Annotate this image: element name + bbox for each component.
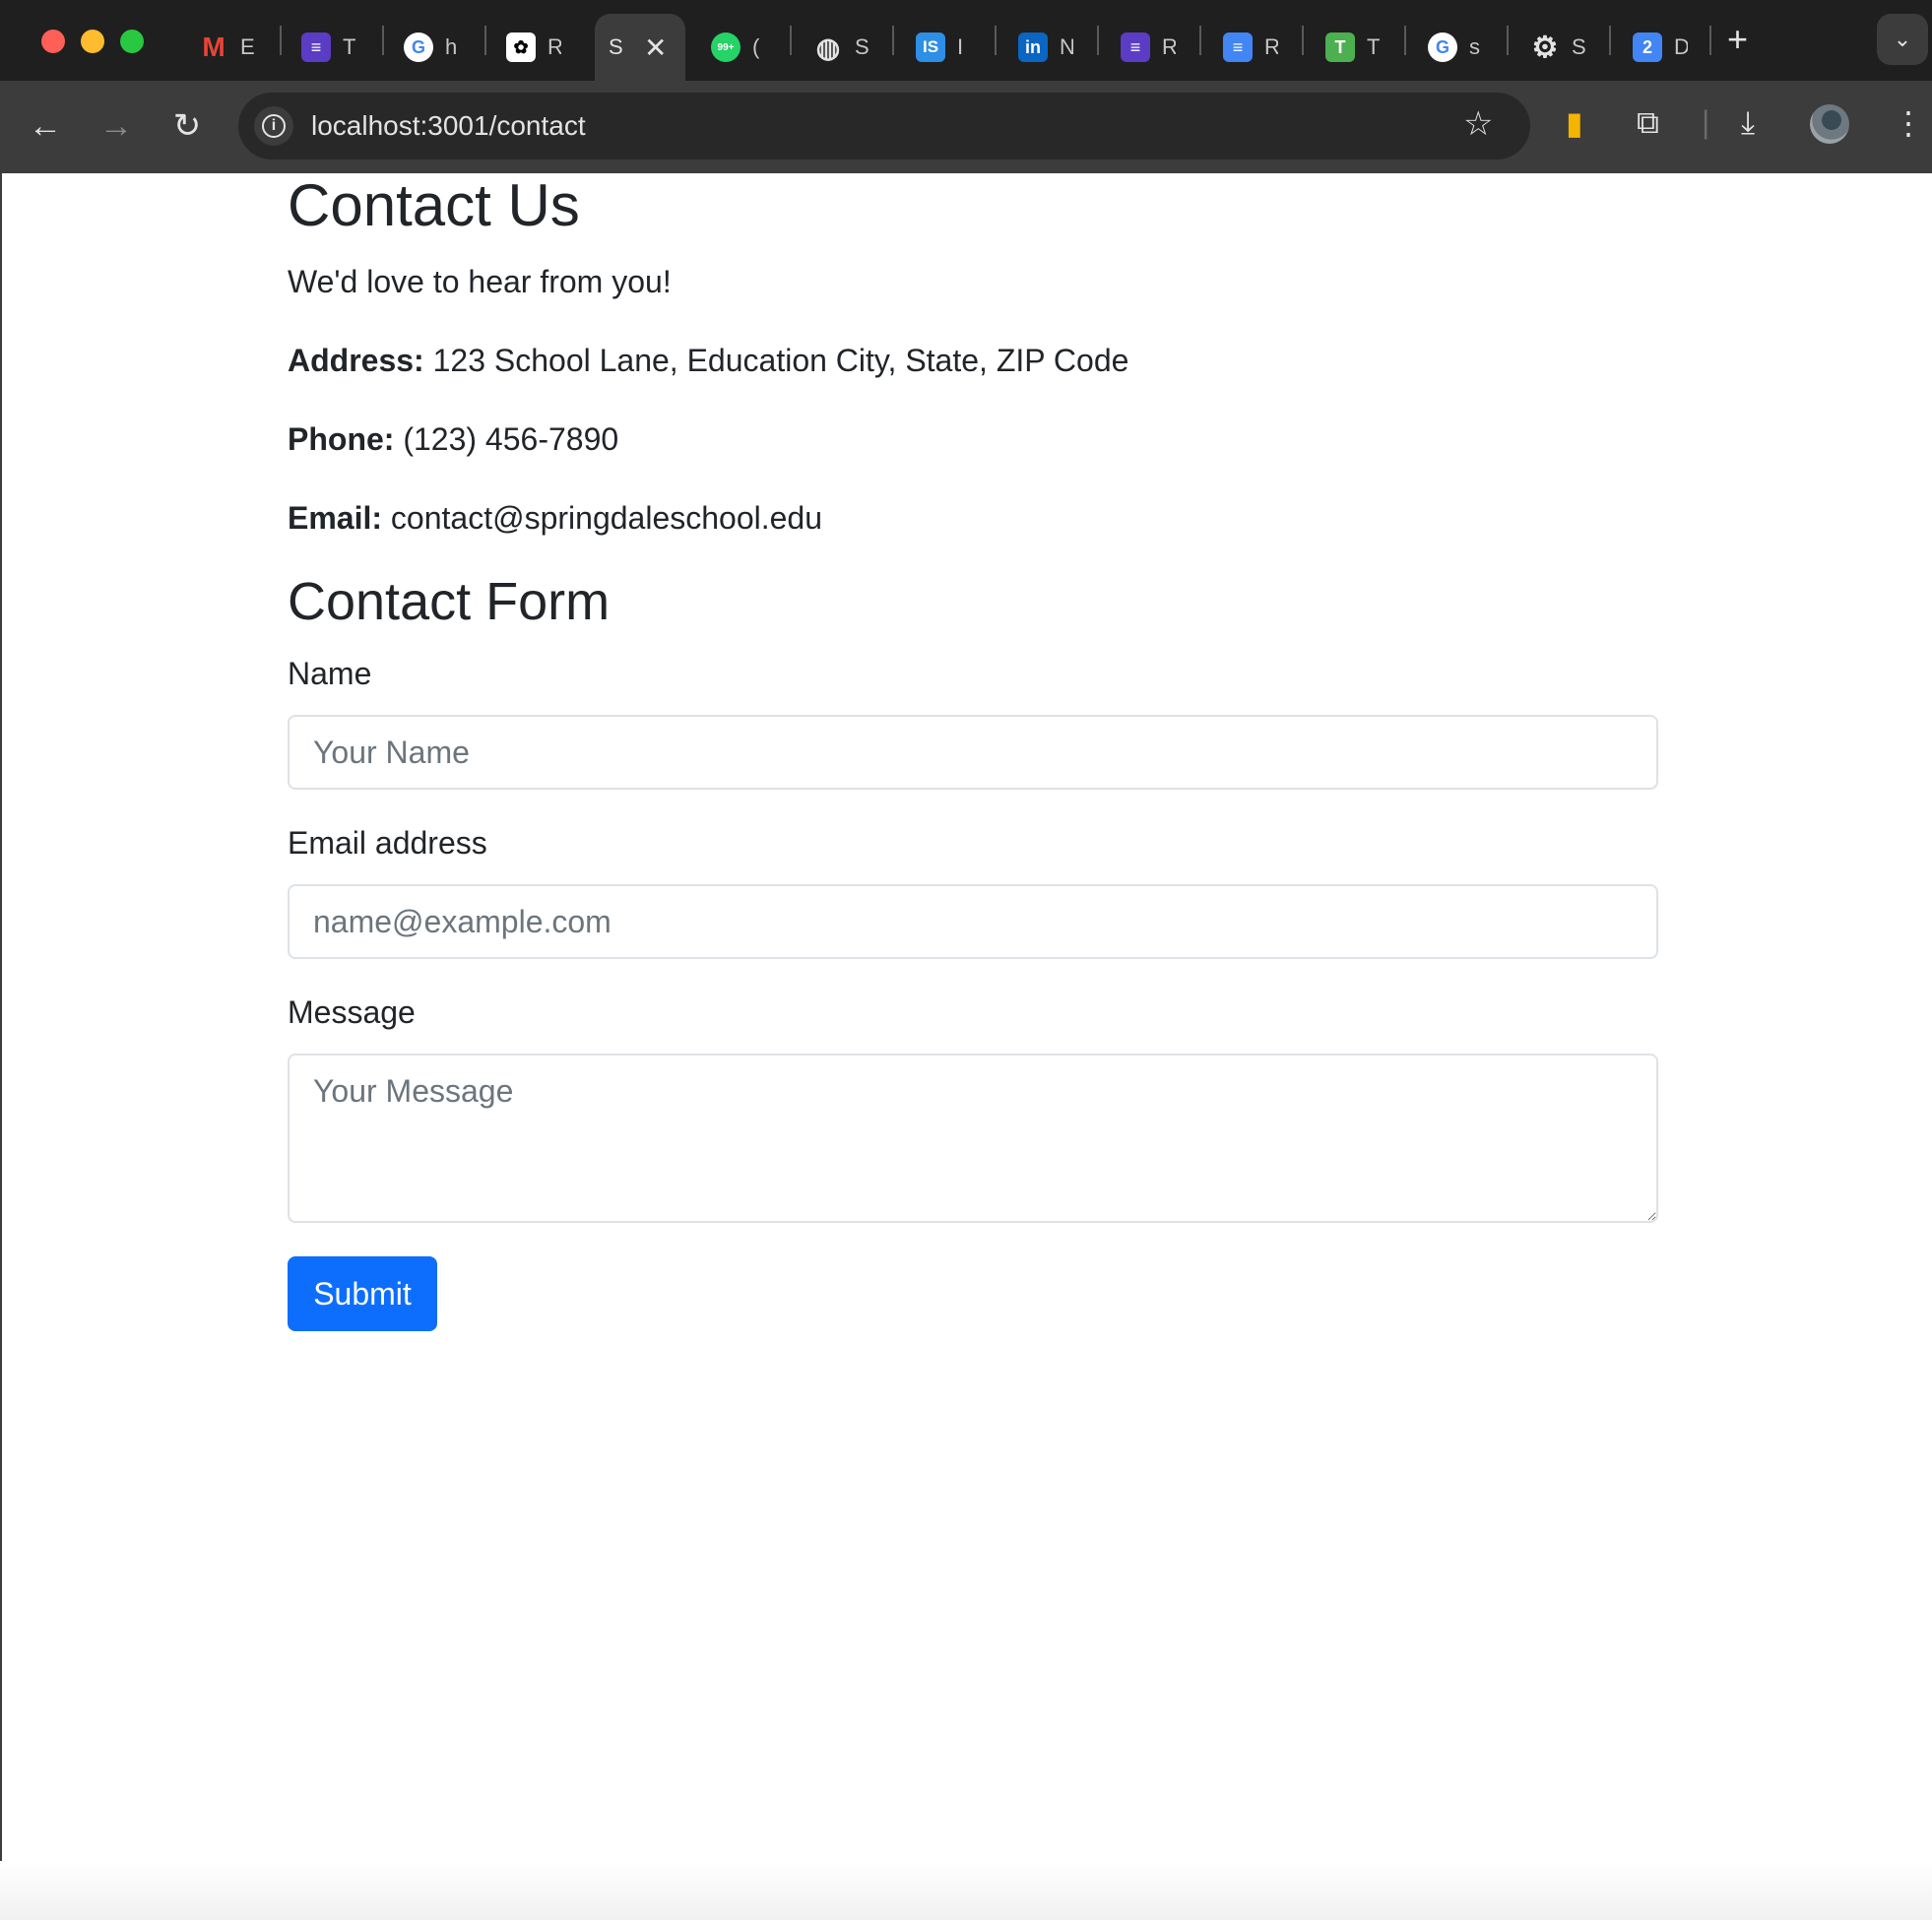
window-edge <box>0 173 2 1920</box>
bottom-shadow <box>0 1861 1932 1920</box>
is-icon: IS <box>916 32 945 62</box>
tab-label: h <box>445 34 458 59</box>
tab-label: R <box>1162 34 1176 59</box>
tab-label: I <box>957 34 964 59</box>
tab-label: R <box>547 34 561 59</box>
tab-label: T <box>343 34 356 59</box>
list-icon: ≡ <box>1121 32 1150 62</box>
tab-label: ( <box>752 34 760 59</box>
phone-label: Phone: <box>288 421 395 457</box>
tab-whatsapp[interactable]: 99+ ( <box>711 14 766 81</box>
gear-icon: ⚙ <box>1531 31 1559 64</box>
menu-kebab-icon[interactable]: ⋮ <box>1893 104 1924 142</box>
phone-value: (123) 456-7890 <box>403 421 619 457</box>
tab-label: T <box>1367 34 1381 59</box>
tab-search-button[interactable]: ⌄ <box>1877 14 1928 65</box>
two-icon: 2 <box>1633 32 1662 62</box>
address-value: 123 School Lane, Education City, State, … <box>432 343 1129 378</box>
phone-line: Phone: (123) 456-7890 <box>288 421 618 458</box>
email-address-label: Email address <box>288 825 487 861</box>
tab-label: R <box>1264 34 1278 59</box>
tab-label: S <box>1572 34 1585 59</box>
site-info-button[interactable]: i <box>254 106 293 146</box>
tab-strip: M E ≡ T G h ✿ R S ✕ 99+ ( ◍ S IS I in N … <box>0 0 1932 81</box>
url-text[interactable]: localhost:3001/contact <box>311 106 586 146</box>
tab-list-1[interactable]: ≡ T <box>301 14 356 81</box>
docs-icon: ≡ <box>1223 32 1253 62</box>
submit-button[interactable]: Submit <box>288 1256 437 1331</box>
download-icon[interactable]: ⤓ <box>1741 104 1755 142</box>
tab-linkedin[interactable]: in N <box>1018 14 1073 81</box>
message-textarea[interactable] <box>288 1054 1658 1223</box>
tab-label: D <box>1674 34 1688 59</box>
google-icon: G <box>404 32 433 62</box>
name-input[interactable] <box>288 715 1658 790</box>
close-window-button[interactable] <box>41 30 65 53</box>
tab-docs[interactable]: ≡ R <box>1223 14 1278 81</box>
email-line: Email: contact@springdaleschool.edu <box>288 500 822 537</box>
tab-google-1[interactable]: G h <box>404 14 459 81</box>
bookmark-star-icon[interactable]: ☆ <box>1463 104 1493 144</box>
extension-mouse-icon[interactable]: ▮ <box>1566 104 1583 142</box>
close-tab-icon[interactable]: ✕ <box>644 32 667 64</box>
list-icon: ≡ <box>301 32 331 62</box>
globe-icon: ◍ <box>815 32 841 63</box>
message-label: Message <box>288 994 416 1030</box>
gmail-icon: M <box>202 32 225 62</box>
tab-label: N <box>1060 34 1073 59</box>
tab-label: S <box>855 34 869 59</box>
address-label: Address: <box>288 343 424 378</box>
linkedin-icon: in <box>1018 32 1048 62</box>
extensions-puzzle-icon[interactable]: ⧉ <box>1637 104 1659 142</box>
forward-button[interactable]: → <box>97 106 136 146</box>
email-label: Email: <box>288 500 383 536</box>
tab-list-2[interactable]: ≡ R <box>1121 14 1176 81</box>
back-button[interactable]: ← <box>26 106 65 146</box>
new-tab-button[interactable]: + <box>1727 22 1748 57</box>
address-line: Address: 123 School Lane, Education City… <box>288 343 1128 379</box>
tab-settings[interactable]: ⚙ S <box>1530 14 1585 81</box>
reload-button[interactable]: ↻ <box>167 106 207 146</box>
info-icon: i <box>262 114 286 138</box>
tab-t[interactable]: T T <box>1325 14 1381 81</box>
tab-is[interactable]: IS I <box>916 14 971 81</box>
profile-avatar[interactable] <box>1810 104 1849 144</box>
tab-openai[interactable]: ✿ R <box>506 14 561 81</box>
tab-google-2[interactable]: G s <box>1428 14 1483 81</box>
name-label: Name <box>288 656 372 691</box>
tab-globe[interactable]: ◍ S <box>813 14 869 81</box>
maximize-window-button[interactable] <box>120 30 144 53</box>
tab-two[interactable]: 2 D <box>1633 14 1688 81</box>
toolbar-divider: | <box>1702 104 1710 140</box>
openai-icon: ✿ <box>506 32 536 62</box>
email-input[interactable] <box>288 884 1658 959</box>
tab-active[interactable]: S ✕ <box>595 14 685 81</box>
tab-label: s <box>1469 34 1480 59</box>
email-value: contact@springdaleschool.edu <box>390 500 823 536</box>
tab-gmail[interactable]: M E <box>199 14 254 81</box>
t-icon: T <box>1325 32 1355 62</box>
minimize-window-button[interactable] <box>81 30 104 53</box>
whatsapp-icon: 99+ <box>711 32 741 62</box>
tab-label: E <box>240 34 254 59</box>
lead-text: We'd love to hear from you! <box>288 264 672 299</box>
page-title: Contact Us <box>288 172 580 238</box>
google-icon: G <box>1428 32 1457 62</box>
form-title: Contact Form <box>288 572 611 631</box>
tab-label: S <box>609 34 622 59</box>
